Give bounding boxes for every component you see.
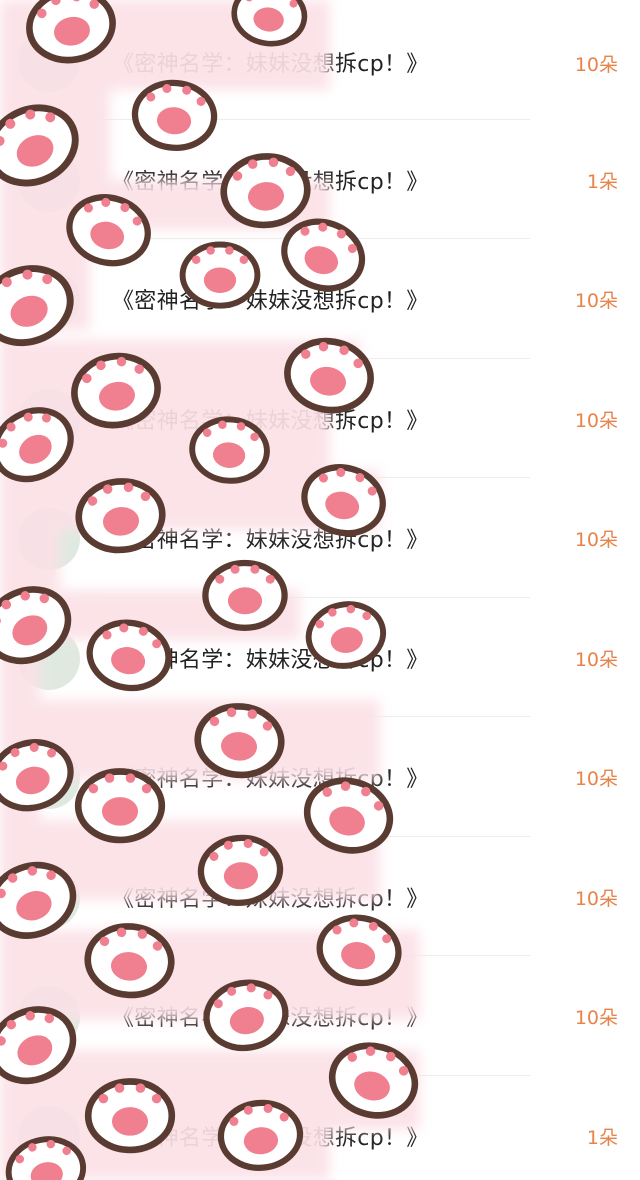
list-item[interactable]: 《密神名学：妹妹没想拆cp！》 10朵: [0, 359, 640, 478]
list-item[interactable]: 《密神名学：妹妹没想拆cp！》 10朵: [0, 478, 640, 598]
list-item[interactable]: 《密神名学：妹妹没想拆cp！》 10朵: [0, 598, 640, 717]
list-item[interactable]: 《密神名学：妹妹没想拆cp！》 10朵: [0, 837, 640, 956]
flower-count: 10朵: [574, 54, 618, 76]
book-title: 《密神名学：妹妹没想拆cp！》: [112, 647, 429, 673]
book-title: 《密神名学：妹妹没想拆cp！》: [112, 767, 429, 792]
book-title: 《密神名学：妹妹没想拆cp！》: [112, 886, 429, 912]
list-item[interactable]: 《密神名学：妹妹没想拆cp！》 1朵: [0, 120, 640, 239]
book-title: 《密神名学：妹妹没想拆cp！》: [112, 1006, 429, 1031]
list-item[interactable]: 《密神名学：妹妹没想拆cp！》 10朵: [0, 717, 640, 837]
list-item[interactable]: 《密神名学：妹妹没想拆cp！》 10朵: [0, 239, 640, 359]
book-title: 《密神名学：妹妹没想拆cp！》: [112, 289, 429, 314]
avatar[interactable]: [18, 986, 80, 1048]
flower-count: 1朵: [586, 1126, 618, 1149]
list-item[interactable]: 《密神名学：妹妹没想拆cp！》 1朵: [0, 1076, 640, 1180]
list-item[interactable]: 《密神名学：妹妹没想拆cp！》 10朵: [0, 0, 640, 120]
avatar[interactable]: [18, 508, 80, 570]
avatar[interactable]: [18, 627, 80, 690]
avatar[interactable]: [18, 1105, 80, 1168]
flower-count: 1朵: [586, 170, 618, 193]
flower-count: 10朵: [574, 529, 618, 551]
gift-list-screen: 《密神名学：妹妹没想拆cp！》 10朵 《密神名学：妹妹没想拆cp！》 1朵 《…: [0, 0, 640, 1180]
book-title: 《密神名学：妹妹没想拆cp！》: [112, 52, 429, 77]
avatar[interactable]: [18, 149, 80, 212]
flower-count: 10朵: [574, 648, 618, 671]
avatar[interactable]: [18, 388, 80, 451]
gift-list: 《密神名学：妹妹没想拆cp！》 10朵 《密神名学：妹妹没想拆cp！》 1朵 《…: [0, 0, 640, 1180]
flower-count: 10朵: [574, 887, 618, 910]
avatar[interactable]: [18, 30, 80, 92]
book-title: 《密神名学：妹妹没想拆cp！》: [112, 169, 429, 195]
flower-count: 10朵: [574, 409, 618, 432]
avatar[interactable]: [18, 747, 80, 809]
book-title: 《密神名学：妹妹没想拆cp！》: [112, 528, 429, 553]
flower-count: 10朵: [574, 768, 618, 790]
flower-count: 10朵: [574, 1007, 618, 1029]
flower-count: 10朵: [574, 290, 618, 312]
avatar[interactable]: [18, 269, 80, 331]
avatar[interactable]: [18, 866, 80, 929]
book-title: 《密神名学：妹妹没想拆cp！》: [112, 1125, 429, 1151]
book-title: 《密神名学：妹妹没想拆cp！》: [112, 408, 429, 434]
list-item[interactable]: 《密神名学：妹妹没想拆cp！》 10朵: [0, 956, 640, 1076]
